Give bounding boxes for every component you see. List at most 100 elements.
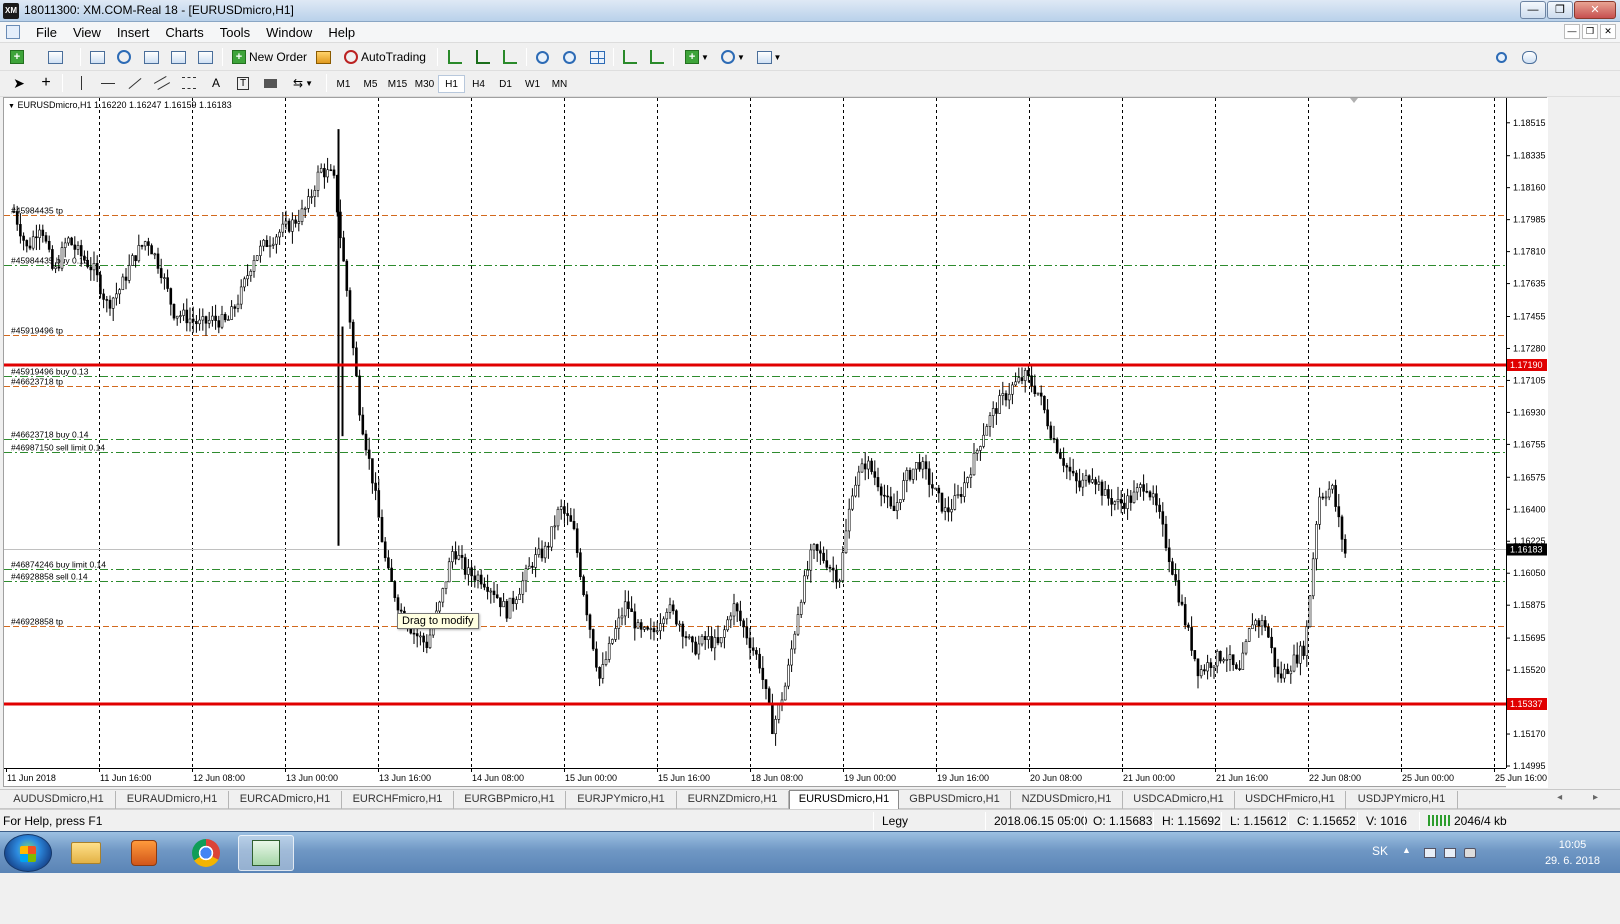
tab-scroll-arrows[interactable]: ◂ ▸ [1557, 792, 1612, 803]
templates-dropdown[interactable]: ▼ [752, 47, 786, 67]
tab-eurcadmicro[interactable]: EURCADmicro,H1 [229, 791, 342, 809]
tab-eurchfmicro[interactable]: EURCHFmicro,H1 [342, 791, 454, 809]
menu-help[interactable]: Help [320, 24, 363, 41]
trendline-tool[interactable] [124, 73, 146, 93]
profiles-button[interactable] [44, 47, 66, 67]
candle-body [687, 636, 691, 639]
connection-status[interactable]: 2046/4 kb [1428, 813, 1507, 829]
profile-name[interactable]: Legy [882, 813, 908, 829]
rectangle-tool[interactable] [259, 73, 281, 93]
taskbar-media-player[interactable] [116, 835, 172, 871]
close-button[interactable]: ✕ [1574, 1, 1616, 19]
line-chart-button[interactable] [499, 47, 521, 67]
volume-muted-icon[interactable] [1464, 848, 1476, 858]
new-chart-button[interactable]: + [6, 47, 28, 67]
time-tick-label: 19 Jun 00:00 [844, 773, 896, 783]
zoom-out-button[interactable] [558, 47, 580, 67]
start-button[interactable] [4, 834, 52, 872]
minimize-button[interactable]: — [1520, 1, 1546, 19]
horizontal-line-tool[interactable] [97, 73, 119, 93]
collapse-triangle-icon[interactable]: ▼ [8, 103, 15, 110]
maximize-button[interactable]: ❒ [1547, 1, 1573, 19]
price-chart[interactable]: 11 Jun 2018 11 Jun 16:00 12 Jun 08:00 13 Ju… [4, 98, 1548, 788]
chart-document-icon[interactable] [6, 25, 20, 39]
text-label-tool[interactable]: T [232, 73, 254, 93]
candlestick-chart-button[interactable] [472, 47, 494, 67]
bar-chart-button[interactable] [444, 47, 466, 67]
cursor-tool[interactable]: ➤ [8, 73, 30, 93]
metaeditor-button[interactable] [312, 47, 334, 67]
menu-charts[interactable]: Charts [157, 24, 211, 41]
tab-nzdusdmicro[interactable]: NZDUSDmicro,H1 [1011, 791, 1123, 809]
timeframe-m30[interactable]: M30 [411, 75, 438, 93]
tab-audusdmicro[interactable]: AUDUSDmicro,H1 [2, 791, 116, 809]
network-icon[interactable] [1444, 848, 1456, 858]
mdi-close-button[interactable]: ✕ [1600, 24, 1616, 39]
timeframe-d1[interactable]: D1 [492, 75, 519, 93]
timeframe-h1[interactable]: H1 [438, 75, 465, 93]
system-clock[interactable]: 10:05 29. 6. 2018 [1545, 837, 1600, 869]
tab-eurnzdmicro[interactable]: EURNZDmicro,H1 [677, 791, 789, 809]
candle-body [246, 275, 249, 280]
candle-body [47, 240, 51, 250]
timeframe-w1[interactable]: W1 [519, 75, 546, 93]
taskbar-chrome[interactable] [178, 835, 234, 871]
taskbar-explorer[interactable] [58, 835, 114, 871]
tile-windows-button[interactable] [586, 47, 608, 67]
candle-body [1251, 624, 1254, 629]
menu-tools[interactable]: Tools [212, 24, 258, 41]
terminal-button[interactable] [167, 47, 189, 67]
tab-usdjpymicro[interactable]: USDJPYmicro,H1 [1346, 791, 1458, 809]
menu-file[interactable]: File [28, 24, 65, 41]
timeframe-h4[interactable]: H4 [465, 75, 492, 93]
candle-body [921, 461, 925, 470]
tab-eurusdmicro[interactable]: EURUSDmicro,H1 [789, 790, 899, 810]
mdi-restore-button[interactable]: ❒ [1582, 24, 1598, 39]
channel-tool[interactable] [151, 73, 173, 93]
candle-body [767, 688, 771, 705]
action-center-icon[interactable] [1424, 848, 1436, 858]
market-watch-button[interactable] [86, 47, 108, 67]
taskbar-metatrader[interactable] [238, 835, 294, 871]
tab-usdchfmicro[interactable]: USDCHFmicro,H1 [1235, 791, 1346, 809]
tab-gbpusdmicro[interactable]: GBPUSDmicro,H1 [899, 791, 1011, 809]
tab-usdcadmicro[interactable]: USDCADmicro,H1 [1123, 791, 1235, 809]
tab-eurgbpmicro[interactable]: EURGBPmicro,H1 [454, 791, 566, 809]
candle-body [111, 297, 115, 309]
menu-insert[interactable]: Insert [109, 24, 158, 41]
timeframe-m15[interactable]: M15 [384, 75, 411, 93]
text-tool[interactable]: A [205, 73, 227, 93]
menu-window[interactable]: Window [258, 24, 320, 41]
vertical-line-tool[interactable] [70, 73, 92, 93]
timeframe-mn[interactable]: MN [546, 75, 573, 93]
arrows-dropdown[interactable]: ⇆ ▼ [286, 73, 320, 93]
indicators-dropdown[interactable]: + ▼ [680, 47, 714, 67]
mdi-minimize-button[interactable]: — [1564, 24, 1580, 39]
candle-body [1187, 624, 1190, 628]
timeframe-m5[interactable]: M5 [357, 75, 384, 93]
zoom-out-icon [562, 50, 576, 64]
tab-euraudmicro[interactable]: EURAUDmicro,H1 [116, 791, 229, 809]
chart-window[interactable]: 11 Jun 2018 11 Jun 16:00 12 Jun 08:00 13 Ju… [3, 97, 1548, 788]
zoom-in-button[interactable] [531, 47, 553, 67]
show-hidden-icons-icon[interactable]: ▲ [1402, 845, 1414, 855]
auto-scroll-button[interactable] [646, 47, 668, 67]
periods-dropdown[interactable]: ▼ [716, 47, 750, 67]
fibonacci-tool[interactable] [178, 73, 200, 93]
timeframe-m1[interactable]: M1 [330, 75, 357, 93]
crosshair-tool[interactable]: + [35, 73, 57, 93]
data-window-button[interactable] [113, 47, 135, 67]
autotrading-button[interactable]: AutoTrading [340, 47, 430, 67]
strategy-tester-button[interactable] [194, 47, 216, 67]
new-order-button[interactable]: + New Order [228, 47, 311, 67]
navigator-button[interactable] [140, 47, 162, 67]
candle-body [659, 623, 662, 632]
candle-body [604, 659, 608, 665]
chart-shift-button[interactable] [619, 47, 641, 67]
menu-view[interactable]: View [65, 24, 109, 41]
candle-body [611, 639, 614, 644]
tab-eurjpymicro[interactable]: EURJPYmicro,H1 [566, 791, 677, 809]
language-indicator[interactable]: SK [1372, 844, 1388, 858]
search-button[interactable] [1490, 47, 1512, 67]
chat-button[interactable] [1518, 47, 1540, 67]
